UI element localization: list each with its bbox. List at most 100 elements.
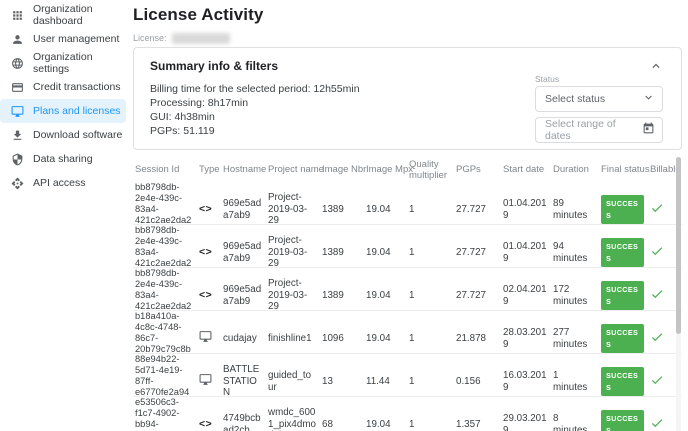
sidebar-item-organization-dashboard[interactable]: Organization dashboard — [0, 3, 126, 27]
session-type-code-icon: <> — [199, 417, 213, 430]
cell-project-name: guided_tour — [268, 370, 312, 393]
cell-pgps: 1.357 — [456, 418, 481, 430]
panel-title: Summary info & filters — [150, 59, 279, 73]
cell-image-nbr: 1389 — [322, 289, 344, 301]
license-line: License: — [133, 32, 682, 44]
sidebar-item-label: Data sharing — [33, 153, 93, 165]
calendar-icon — [642, 122, 655, 138]
chevron-down-icon — [642, 91, 655, 107]
cell-start-date: 29.03.2019 — [503, 413, 547, 431]
monitor-icon — [10, 104, 24, 118]
status-badge: SUCCESS — [601, 410, 650, 431]
sidebar-item-label: Credit transactions — [33, 81, 121, 93]
sidebar-item-api-access[interactable]: API access — [0, 171, 126, 195]
success-badge: SUCCESS — [601, 195, 644, 224]
scrollbar-thumb[interactable] — [676, 157, 681, 334]
summary-filters-panel: Summary info & filters Billing time for … — [133, 47, 682, 150]
cell-project-name: Project-2019-03-29 — [268, 235, 308, 268]
date-range-input[interactable]: Select range of dates — [535, 117, 663, 143]
filters-column: Status Select status Select range of dat… — [535, 74, 663, 143]
cell-duration: 8 minutes — [553, 413, 588, 431]
session-type-code-icon: <> — [199, 245, 213, 258]
app: Organization dashboard User management Org… — [0, 0, 688, 431]
sidebar-item-credit-transactions[interactable]: Credit transactions — [0, 75, 126, 99]
sidebar-item-plans-and-licenses[interactable]: Plans and licenses — [0, 99, 126, 123]
status-badge: SUCCESS — [601, 238, 650, 267]
cell-image-nbr: 68 — [322, 418, 333, 430]
cell-image-mpx: 19.04 — [366, 246, 391, 258]
cell-session-id: b18a410a-4c8c-4748-86c7-20b79c79c8be — [135, 311, 191, 354]
table-row: e53506c3-f1c7-4902-bb94-36801eb37aee <> 47… — [133, 397, 682, 431]
cell-pgps: 27.727 — [456, 246, 486, 258]
column-header-duration: Duration — [553, 164, 589, 175]
grid-icon — [10, 8, 24, 22]
column-header-image-nbr: Image Nbr — [322, 164, 367, 175]
success-badge: SUCCESS — [601, 367, 644, 396]
billable-check-icon — [650, 330, 670, 348]
cell-pgps: 27.727 — [456, 289, 486, 301]
sidebar-item-label: Organization settings — [33, 51, 93, 75]
table-body: bb8798db-2e4e-439c-83a4-421c2ae2da2b <> 96… — [133, 182, 682, 431]
billable-check-icon — [650, 201, 670, 219]
session-type-gui-icon — [199, 330, 223, 347]
cell-image-mpx: 19.04 — [366, 332, 391, 344]
cell-start-date: 28.03.2019 — [503, 327, 547, 350]
sessions-table: Session Id Type Hostname Project name Image … — [133, 157, 682, 431]
cell-start-date: 02.04.2019 — [503, 284, 547, 307]
cell-hostname: 4749bcbad2cb — [223, 413, 261, 431]
cell-image-nbr: 13 — [322, 375, 333, 387]
cell-start-date: 01.04.2019 — [503, 241, 547, 264]
column-header-project-name: Project name — [268, 164, 324, 175]
cell-project-name: Project-2019-03-29 — [268, 278, 308, 311]
column-header-pgps: PGPs — [456, 164, 481, 175]
column-header-type: Type — [199, 164, 220, 175]
cell-project-name: Project-2019-03-29 — [268, 192, 308, 225]
billable-check-icon — [650, 373, 670, 391]
cell-hostname: BATTLESTATION — [223, 364, 260, 397]
page-title: License Activity — [133, 5, 264, 24]
status-badge: SUCCESS — [601, 367, 650, 396]
cell-image-mpx: 19.04 — [366, 289, 391, 301]
status-badge: SUCCESS — [601, 324, 650, 353]
column-header-billable: Billable — [650, 164, 681, 175]
cell-pgps: 27.727 — [456, 203, 486, 215]
session-type-code-icon: <> — [199, 202, 213, 215]
sidebar-item-label: Download software — [33, 129, 123, 141]
success-badge: SUCCESS — [601, 410, 644, 431]
cell-hostname: 969e5ada7ab9 — [223, 241, 262, 264]
license-value-redacted — [171, 32, 230, 44]
cell-quality-multiplier: 1 — [409, 375, 415, 387]
cell-duration: 89 minutes — [553, 198, 588, 221]
status-select-value: Select status — [545, 93, 606, 105]
sidebar-item-data-sharing[interactable]: Data sharing — [0, 147, 126, 171]
shield-icon — [10, 152, 24, 166]
column-header-image-mpx: Image Mpx — [366, 164, 413, 175]
cell-duration: 94 minutes — [553, 241, 588, 264]
cell-project-name: wmdc_6001_pix4dmodel — [268, 407, 316, 431]
cell-duration: 277 minutes — [553, 327, 588, 350]
success-badge: SUCCESS — [601, 281, 644, 310]
sidebar-item-label: User management — [33, 33, 120, 45]
column-header-final-status: Final status — [601, 164, 650, 175]
session-type-gui-icon — [199, 373, 223, 390]
cell-session-id: bb8798db-2e4e-439c-83a4-421c2ae2da2b — [135, 268, 192, 311]
sidebar: Organization dashboard User management Org… — [0, 0, 126, 431]
cell-session-id: e53506c3-f1c7-4902-bb94-36801eb37aee — [135, 397, 192, 431]
table-scrollbar[interactable] — [676, 157, 681, 431]
column-header-quality-multiplier: Quality multiplier — [409, 158, 448, 181]
sidebar-item-label: Organization dashboard — [33, 3, 93, 27]
cell-start-date: 01.04.2019 — [503, 198, 547, 221]
cell-pgps: 21.878 — [456, 332, 486, 344]
sidebar-item-user-management[interactable]: User management — [0, 27, 126, 51]
table-row: bb8798db-2e4e-439c-83a4-421c2ae2da2b <> 96… — [133, 182, 682, 225]
status-select[interactable]: Select status — [535, 86, 663, 112]
date-range-placeholder: Select range of dates — [545, 118, 616, 142]
cell-quality-multiplier: 1 — [409, 418, 415, 430]
cell-quality-multiplier: 1 — [409, 332, 415, 344]
sidebar-item-download-software[interactable]: Download software — [0, 123, 126, 147]
table-row: 88e94b22-5d71-4e19-87ff-e6770fe2a944 BATT… — [133, 354, 682, 397]
cell-quality-multiplier: 1 — [409, 203, 415, 215]
sidebar-item-organization-settings[interactable]: Organization settings — [0, 51, 126, 75]
cell-image-nbr: 1096 — [322, 332, 344, 344]
cell-hostname: 969e5ada7ab9 — [223, 198, 262, 221]
